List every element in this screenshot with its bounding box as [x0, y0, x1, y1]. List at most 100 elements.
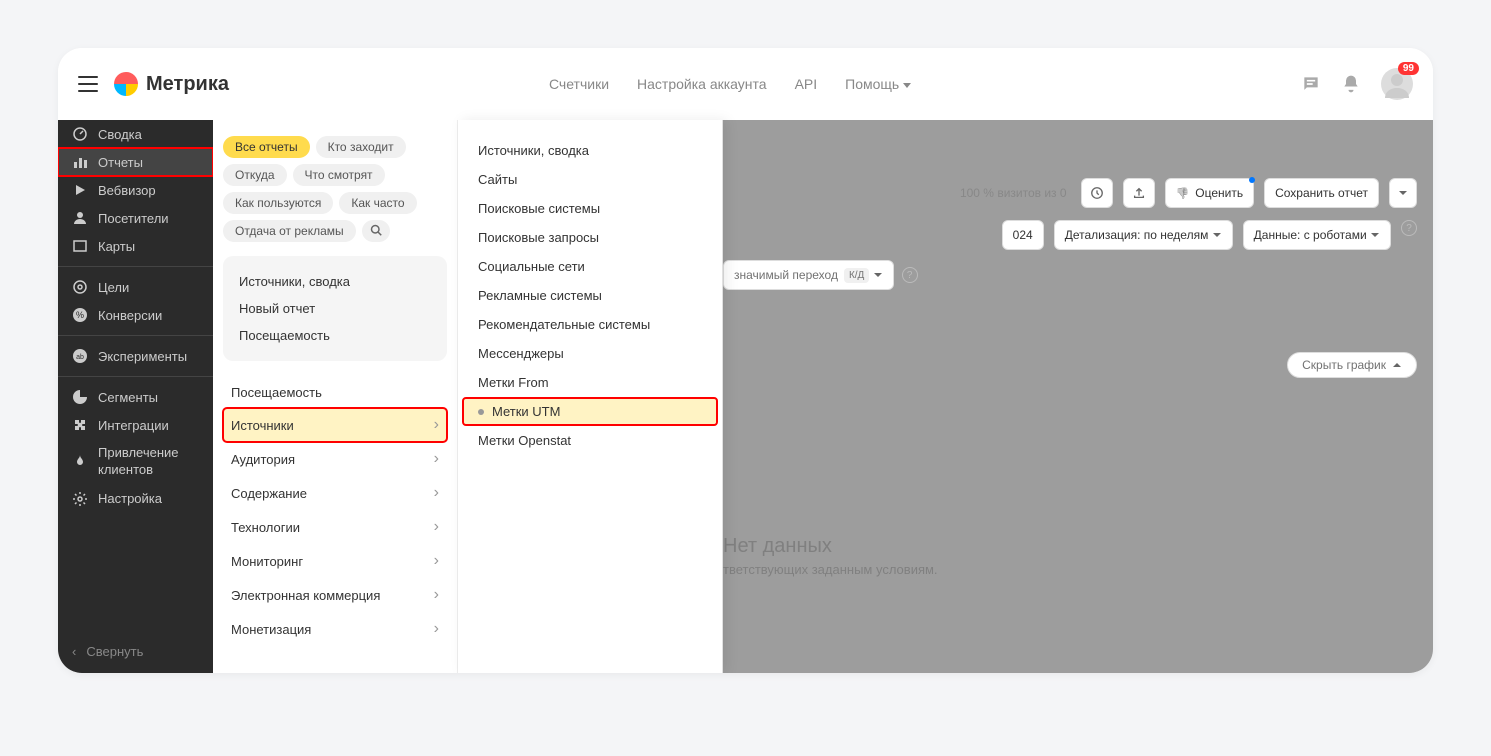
help-icon[interactable]: ? [1401, 220, 1417, 236]
sidebar-label: Сегменты [98, 390, 158, 405]
chip-ad-return[interactable]: Отдача от рекламы [223, 220, 356, 242]
category-label: Содержание [231, 486, 307, 501]
quick-sources-summary[interactable]: Источники, сводка [235, 268, 435, 295]
category-attendance[interactable]: Посещаемость [223, 377, 447, 408]
pie-icon [72, 389, 88, 405]
category-audience[interactable]: Аудитория › [223, 442, 447, 476]
submenu-social-networks[interactable]: Социальные сети [458, 252, 722, 281]
data-mode-filter[interactable]: Данные: с роботами [1243, 220, 1391, 250]
submenu-openstat-tags[interactable]: Метки Openstat [458, 426, 722, 455]
quick-attendance[interactable]: Посещаемость [235, 322, 435, 349]
quick-new-report[interactable]: Новый отчет [235, 295, 435, 322]
bell-icon[interactable] [1341, 74, 1361, 94]
svg-text:ab: ab [76, 354, 84, 361]
sidebar-item-conversions[interactable]: % Конверсии [58, 301, 213, 329]
nav-api[interactable]: API [795, 76, 818, 92]
dot-icon [478, 409, 484, 415]
sidebar-item-experiments[interactable]: ab Эксперименты [58, 342, 213, 370]
sidebar-label: Цели [98, 280, 129, 295]
sidebar-collapse[interactable]: ‹ Свернуть [58, 630, 213, 673]
sidebar-label: Эксперименты [98, 349, 187, 364]
submenu-ad-systems[interactable]: Рекламные системы [458, 281, 722, 310]
category-ecommerce[interactable]: Электронная коммерция › [223, 578, 447, 612]
sidebar-item-visitors[interactable]: Посетители [58, 204, 213, 232]
avatar[interactable]: 99 [1381, 68, 1413, 100]
collapse-label: Свернуть [86, 644, 143, 659]
category-content[interactable]: Содержание › [223, 476, 447, 510]
submenu-search-engines[interactable]: Поисковые системы [458, 194, 722, 223]
help-icon[interactable]: ? [902, 267, 918, 283]
flame-icon [72, 454, 88, 470]
chevron-right-icon: › [434, 450, 439, 468]
sidebar-label: Привлечение клиентов [98, 445, 199, 479]
visits-text: 100 % визитов из 0 [960, 186, 1067, 200]
sidebar: Сводка Отчеты Вебвизор Посетители Карты [58, 120, 213, 673]
sidebar-item-reports[interactable]: Отчеты [58, 148, 213, 176]
sidebar-item-integrations[interactable]: Интеграции [58, 411, 213, 439]
chevron-up-icon [1392, 360, 1402, 370]
submenu-search-queries[interactable]: Поисковые запросы [458, 223, 722, 252]
ab-icon: ab [72, 348, 88, 364]
submenu-sources-summary[interactable]: Источники, сводка [458, 136, 722, 165]
sidebar-item-goals[interactable]: Цели [58, 273, 213, 301]
sidebar-item-settings[interactable]: Настройка [58, 485, 213, 513]
nav-counters[interactable]: Счетчики [549, 76, 609, 92]
chevron-right-icon: › [434, 518, 439, 536]
sidebar-label: Карты [98, 239, 135, 254]
kd-tag: К/Д [844, 268, 869, 283]
sidebar-item-acquisition[interactable]: Привлечение клиентов [58, 439, 213, 485]
sidebar-item-segments[interactable]: Сегменты [58, 383, 213, 411]
chip-how-often[interactable]: Как часто [339, 192, 416, 214]
chip-from-where[interactable]: Откуда [223, 164, 287, 186]
share-button[interactable] [1123, 178, 1155, 208]
sidebar-item-maps[interactable]: Карты [58, 232, 213, 260]
category-label: Технологии [231, 520, 300, 535]
play-icon [72, 182, 88, 198]
nav-help[interactable]: Помощь [845, 76, 911, 92]
crossing-selector[interactable]: значимый переход К/Д [723, 260, 894, 290]
hide-chart-button[interactable]: Скрыть график [1287, 352, 1417, 378]
no-data-subtitle: тветствующих заданным условиям. [723, 562, 1433, 577]
nav-account-settings[interactable]: Настройка аккаунта [637, 76, 767, 92]
sidebar-divider [58, 335, 213, 336]
svg-text:%: % [76, 310, 84, 320]
hamburger-menu-icon[interactable] [78, 76, 98, 92]
submenu-from-tags[interactable]: Метки From [458, 368, 722, 397]
evaluate-button[interactable]: Оценить [1165, 178, 1255, 208]
submenu-recommendation-systems[interactable]: Рекомендательные системы [458, 310, 722, 339]
submenu-messengers[interactable]: Мессенджеры [458, 339, 722, 368]
chevron-right-icon: › [434, 586, 439, 604]
category-label: Аудитория [231, 452, 295, 467]
chevron-right-icon: › [434, 484, 439, 502]
category-monitoring[interactable]: Мониторинг › [223, 544, 447, 578]
save-report-dropdown[interactable] [1389, 178, 1417, 208]
sidebar-item-webvisor[interactable]: Вебвизор [58, 176, 213, 204]
toolbar: 100 % визитов из 0 Оценить Сохранить отч… [960, 178, 1417, 208]
logo[interactable]: Метрика [114, 72, 229, 96]
bar-chart-icon [72, 154, 88, 170]
chevron-left-icon: ‹ [72, 644, 76, 659]
sidebar-item-summary[interactable]: Сводка [58, 120, 213, 148]
save-report-button[interactable]: Сохранить отчет [1264, 178, 1379, 208]
chip-search-icon[interactable] [362, 220, 390, 242]
chip-who-visits[interactable]: Кто заходит [316, 136, 406, 158]
detail-filter[interactable]: Детализация: по неделям [1054, 220, 1233, 250]
chat-icon[interactable] [1301, 74, 1321, 94]
category-label: Источники [231, 418, 294, 433]
chip-how-used[interactable]: Как пользуются [223, 192, 333, 214]
header: Метрика Счетчики Настройка аккаунта API … [58, 48, 1433, 120]
category-sources[interactable]: Источники › [223, 408, 447, 442]
chip-what-viewed[interactable]: Что смотрят [293, 164, 385, 186]
submenu-sites[interactable]: Сайты [458, 165, 722, 194]
submenu-utm-tags[interactable]: Метки UTM [462, 397, 718, 426]
sources-submenu: Источники, сводка Сайты Поисковые систем… [458, 120, 723, 673]
chip-all-reports[interactable]: Все отчеты [223, 136, 310, 158]
no-data-message: Нет данных тветствующих заданным условия… [723, 535, 1433, 577]
category-monetization[interactable]: Монетизация › [223, 612, 447, 646]
history-button[interactable] [1081, 178, 1113, 208]
category-technologies[interactable]: Технологии › [223, 510, 447, 544]
feedback-icon [1176, 186, 1190, 200]
chevron-right-icon: › [434, 416, 439, 434]
date-filter[interactable]: 024 [1002, 220, 1044, 250]
category-label: Мониторинг [231, 554, 303, 569]
